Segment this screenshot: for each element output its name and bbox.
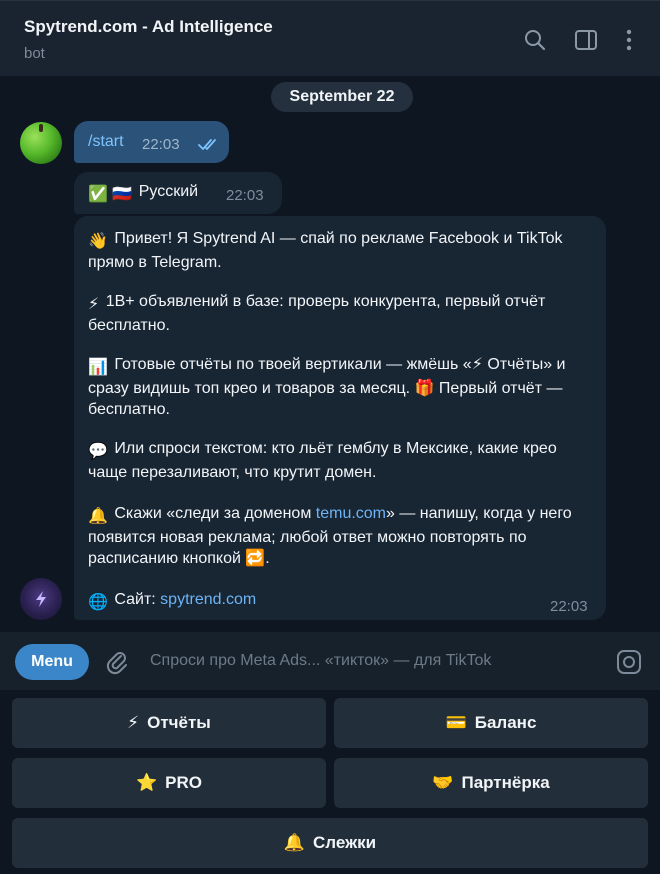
- welcome-paragraph-3: 📊 Готовые отчёты по твоей вертикали — жм…: [88, 356, 566, 418]
- camera-icon[interactable]: [616, 649, 642, 675]
- tracking-button[interactable]: 🔔 Слежки: [12, 818, 648, 868]
- partner-button[interactable]: 🤝 Партнёрка: [334, 758, 648, 808]
- spytrend-site-link[interactable]: spytrend.com: [160, 591, 256, 608]
- gift-emoji-icon: 🎁: [414, 380, 435, 397]
- search-icon[interactable]: [522, 27, 548, 53]
- sidebar-toggle-icon[interactable]: [573, 27, 599, 53]
- chat-header: Spytrend.com - Ad Intelligence bot: [0, 0, 660, 76]
- attach-icon[interactable]: [104, 649, 130, 675]
- bot-keyboard: ⚡ Отчёты 💳 Баланс ⭐ PRO 🤝 Партнёрка 🔔 Сл…: [0, 690, 660, 874]
- menu-button[interactable]: Menu: [15, 644, 89, 680]
- welcome-paragraph-6: 🌐 Сайт: spytrend.com: [88, 591, 257, 611]
- welcome-paragraph-2: ⚡ 1B+ объявлений в базе: проверь конкуре…: [88, 293, 546, 334]
- chat-subtitle: bot: [24, 45, 45, 62]
- handshake-icon: 🤝: [432, 773, 454, 792]
- message-time: 22:03: [142, 136, 180, 153]
- bolt-icon: [36, 591, 46, 607]
- start-command-link[interactable]: /start: [88, 133, 124, 151]
- temu-domain-link[interactable]: temu.com: [316, 505, 386, 522]
- message-time: 22:03: [226, 187, 264, 204]
- welcome-paragraph-4: 💬 Или спроси текстом: кто льёт гемблу в …: [88, 440, 557, 481]
- welcome-paragraph-1: 👋 Привет! Я Spytrend AI — спай по реклам…: [88, 230, 563, 271]
- message-list[interactable]: September 22 /start 22:03 ✅ 🇷🇺 Русский 2…: [0, 76, 660, 632]
- lightning-icon: ⚡: [127, 713, 140, 732]
- chat-title[interactable]: Spytrend.com - Ad Intelligence: [24, 17, 273, 37]
- check-flag-emoji-icon: ✅ 🇷🇺: [88, 186, 133, 203]
- date-separator: September 22: [271, 82, 413, 112]
- chart-emoji-icon: 📊: [88, 359, 108, 376]
- bell-emoji-icon: 🔔: [88, 508, 108, 525]
- message-composer: Menu: [0, 632, 660, 690]
- lightning-emoji-icon: ⚡: [471, 356, 483, 373]
- language-text: Русский: [138, 183, 199, 200]
- incoming-message-language[interactable]: ✅ 🇷🇺 Русский 22:03: [74, 172, 282, 214]
- globe-emoji-icon: 🌐: [88, 594, 108, 611]
- incoming-message-welcome[interactable]: 👋 Привет! Я Spytrend AI — спай по реклам…: [74, 216, 606, 620]
- reports-button[interactable]: ⚡ Отчёты: [12, 698, 326, 748]
- wave-emoji-icon: 👋: [88, 233, 108, 250]
- repeat-emoji-icon: 🔁: [245, 550, 266, 567]
- bot-avatar[interactable]: [20, 578, 62, 620]
- outgoing-message[interactable]: /start 22:03: [74, 121, 229, 163]
- star-icon: ⭐: [135, 773, 158, 792]
- bell-icon: 🔔: [283, 833, 306, 852]
- more-vert-icon[interactable]: [616, 27, 642, 53]
- speech-bubble-emoji-icon: 💬: [88, 443, 108, 460]
- read-ticks-icon: [198, 139, 216, 150]
- user-avatar[interactable]: [20, 122, 62, 164]
- pro-button[interactable]: ⭐ PRO: [12, 758, 326, 808]
- balance-button[interactable]: 💳 Баланс: [334, 698, 648, 748]
- lightning-emoji-icon: ⚡: [88, 296, 100, 313]
- credit-card-icon: 💳: [445, 713, 467, 732]
- message-input[interactable]: [150, 646, 600, 676]
- welcome-paragraph-5: 🔔 Скажи «следи за доменом temu.com» — на…: [88, 505, 572, 567]
- message-time: 22:03: [550, 598, 588, 615]
